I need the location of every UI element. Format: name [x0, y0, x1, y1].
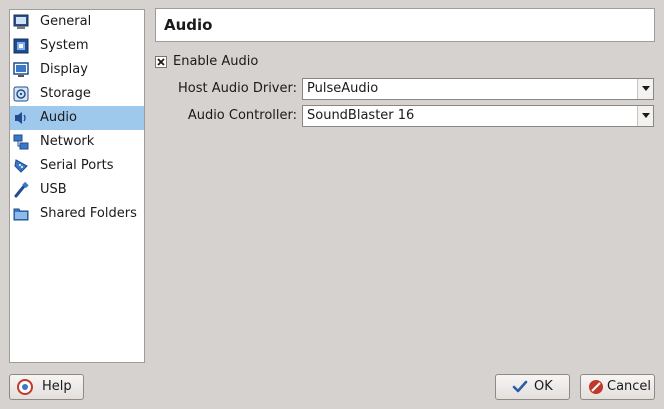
- serial-ports-icon: [13, 158, 29, 174]
- sidebar-item-storage[interactable]: Storage: [10, 82, 144, 106]
- network-icon: [13, 134, 29, 150]
- help-button[interactable]: Help: [9, 374, 84, 400]
- sidebar-item-system[interactable]: System: [10, 34, 144, 58]
- sidebar-item-label: Serial Ports: [40, 158, 114, 173]
- sidebar-item-serial-ports[interactable]: Serial Ports: [10, 154, 144, 178]
- sidebar-item-audio[interactable]: Audio: [10, 106, 144, 130]
- general-icon: [13, 14, 29, 30]
- host-driver-value: PulseAudio: [307, 81, 379, 96]
- chevron-down-icon[interactable]: [637, 79, 653, 99]
- sidebar-item-label: General: [40, 14, 92, 29]
- host-driver-label: Host Audio Driver:: [178, 81, 297, 96]
- cancel-button[interactable]: Cancel: [580, 374, 655, 400]
- help-icon: [17, 379, 33, 395]
- host-driver-select[interactable]: PulseAudio: [302, 78, 654, 100]
- sidebar-item-shared-folders[interactable]: Shared Folders: [10, 202, 144, 226]
- cancel-icon: [588, 379, 604, 395]
- audio-icon: [13, 110, 29, 126]
- sidebar-item-label: USB: [40, 182, 67, 197]
- sidebar-item-general[interactable]: General: [10, 10, 144, 34]
- sidebar-item-label: Network: [40, 134, 95, 149]
- usb-icon: [13, 181, 29, 198]
- shared-folders-icon: [13, 206, 29, 222]
- system-icon: [13, 38, 29, 54]
- sidebar-item-label: Shared Folders: [40, 206, 137, 221]
- help-button-label: Help: [42, 379, 72, 394]
- sidebar-item-label: System: [40, 38, 89, 53]
- ok-button-label: OK: [534, 379, 553, 394]
- enable-audio-label: Enable Audio: [173, 54, 259, 69]
- page-title: Audio: [164, 16, 213, 34]
- sidebar-item-label: Display: [40, 62, 88, 77]
- checkmark-icon: [512, 379, 528, 395]
- sidebar-item-display[interactable]: Display: [10, 58, 144, 82]
- sidebar-item-network[interactable]: Network: [10, 130, 144, 154]
- controller-select[interactable]: SoundBlaster 16: [302, 105, 654, 127]
- sidebar-item-label: Audio: [40, 110, 77, 125]
- display-icon: [13, 62, 29, 78]
- chevron-down-icon[interactable]: [637, 106, 653, 126]
- storage-icon: [13, 86, 29, 102]
- ok-button[interactable]: OK: [495, 374, 570, 400]
- cancel-button-label: Cancel: [607, 379, 652, 394]
- controller-value: SoundBlaster 16: [307, 108, 415, 123]
- page-title-box: Audio: [155, 8, 655, 42]
- settings-dialog: General System Display Storage Audio Net…: [0, 0, 664, 409]
- sidebar-item-label: Storage: [40, 86, 91, 101]
- sidebar-item-usb[interactable]: USB: [10, 178, 144, 202]
- enable-audio-checkbox[interactable]: [155, 56, 167, 68]
- settings-sidebar: General System Display Storage Audio Net…: [9, 9, 145, 363]
- controller-label: Audio Controller:: [187, 108, 297, 123]
